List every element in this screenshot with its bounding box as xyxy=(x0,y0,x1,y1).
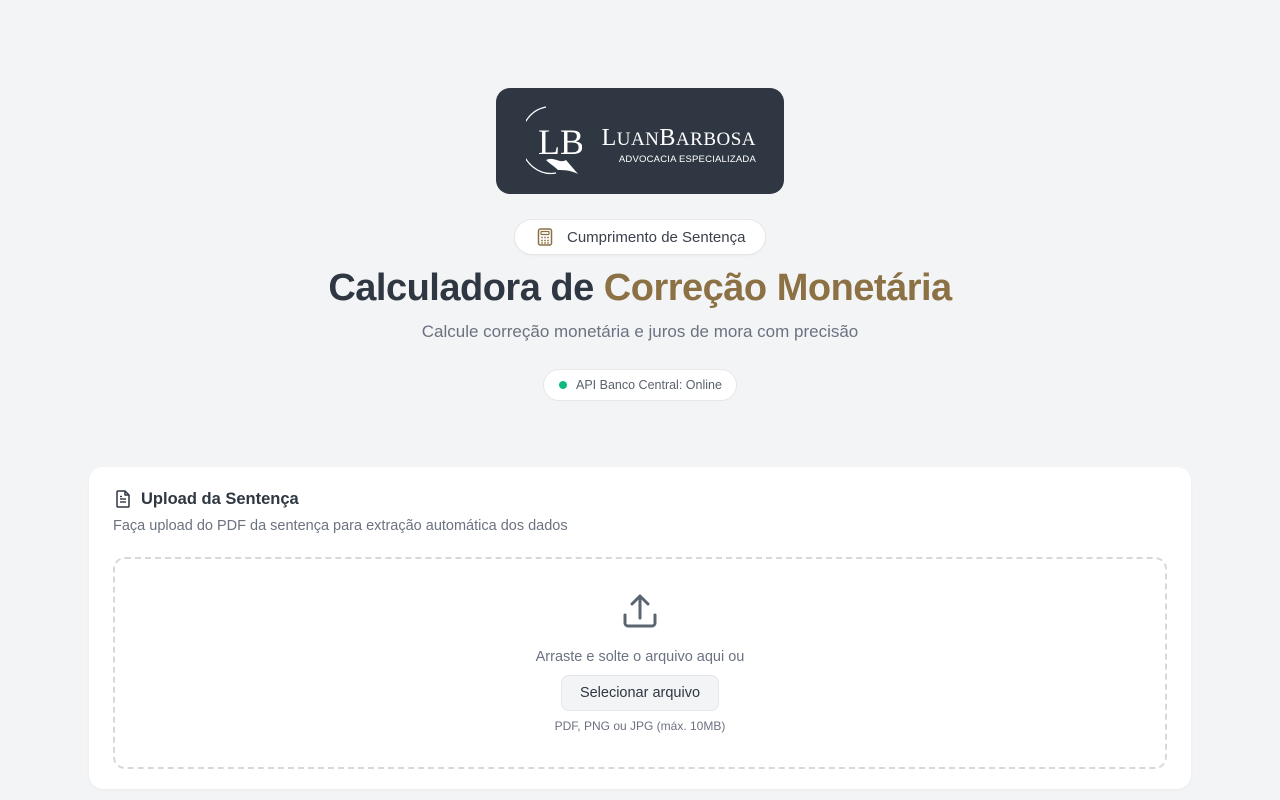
upload-card-description: Faça upload do PDF da sentença para extr… xyxy=(113,518,568,534)
page: LB LUANBARBOSA ADVOCACIA ESPECIALIZADA C… xyxy=(0,0,1280,800)
logo-name: LUANBARBOSA xyxy=(601,125,756,151)
drop-text: Arraste e solte o arquivo aqui ou xyxy=(535,649,745,665)
logo-tagline: ADVOCACIA ESPECIALIZADA xyxy=(618,154,756,165)
upload-card-header: Upload da Sentença xyxy=(113,489,299,509)
file-text-icon xyxy=(113,489,133,509)
upload-icon xyxy=(623,594,657,628)
page-title-main: Calculadora de xyxy=(328,267,604,309)
calculator-icon xyxy=(535,227,555,247)
upload-card-title: Upload da Sentença xyxy=(141,489,299,508)
page-title: Calculadora de Correção Monetária xyxy=(0,262,1280,314)
logo-monogram-icon: LB xyxy=(526,106,582,175)
svg-text:LB: LB xyxy=(538,122,582,162)
logo: LB LUANBARBOSA ADVOCACIA ESPECIALIZADA xyxy=(496,88,784,194)
logo-wordmark: LUANBARBOSA ADVOCACIA ESPECIALIZADA xyxy=(596,124,756,165)
status-dot-icon xyxy=(559,381,567,389)
file-type-hint: PDF, PNG ou JPG (máx. 10MB) xyxy=(554,719,726,733)
category-badge: Cumprimento de Sentença xyxy=(514,219,766,255)
file-dropzone[interactable]: Arraste e solte o arquivo aqui ou Seleci… xyxy=(113,557,1167,769)
category-label: Cumprimento de Sentença xyxy=(567,228,746,246)
select-file-button[interactable]: Selecionar arquivo xyxy=(561,675,719,711)
api-status-label: API Banco Central: Online xyxy=(576,378,722,392)
page-subtitle: Calcule correção monetária e juros de mo… xyxy=(421,322,859,341)
page-title-accent: Correção Monetária xyxy=(603,267,952,309)
upload-card: Upload da Sentença Faça upload do PDF da… xyxy=(89,467,1191,789)
api-status-badge: API Banco Central: Online xyxy=(543,369,737,401)
